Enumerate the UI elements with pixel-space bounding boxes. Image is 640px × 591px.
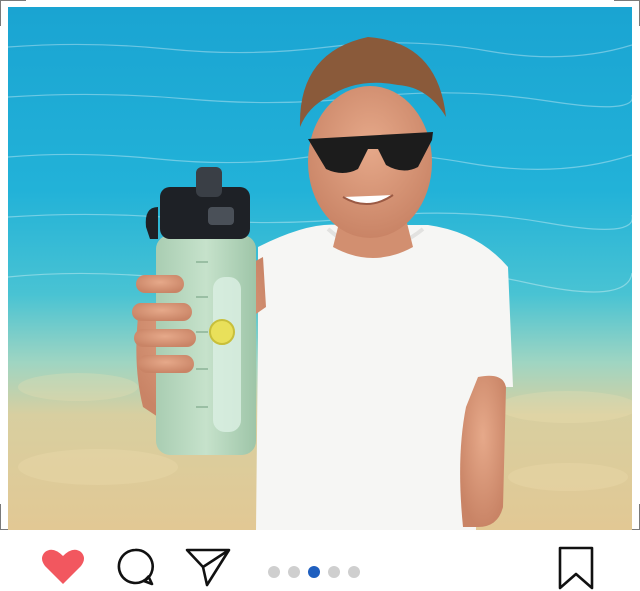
share-button[interactable] xyxy=(180,544,236,590)
carousel-dot[interactable] xyxy=(288,566,300,578)
post-action-bar xyxy=(0,530,640,591)
like-button[interactable] xyxy=(38,546,88,588)
post-image[interactable] xyxy=(8,7,632,530)
carousel-indicator xyxy=(268,566,368,578)
paper-plane-icon xyxy=(185,548,231,587)
carousel-dot[interactable] xyxy=(348,566,360,578)
bookmark-icon xyxy=(558,546,594,590)
heart-icon xyxy=(42,549,84,584)
save-button[interactable] xyxy=(550,544,602,591)
post-card xyxy=(0,0,640,591)
comment-button[interactable] xyxy=(110,544,160,590)
carousel-dot[interactable] xyxy=(268,566,280,578)
comment-bubble-icon xyxy=(117,548,154,586)
carousel-dot[interactable] xyxy=(328,566,340,578)
carousel-dot-active[interactable] xyxy=(308,566,320,578)
